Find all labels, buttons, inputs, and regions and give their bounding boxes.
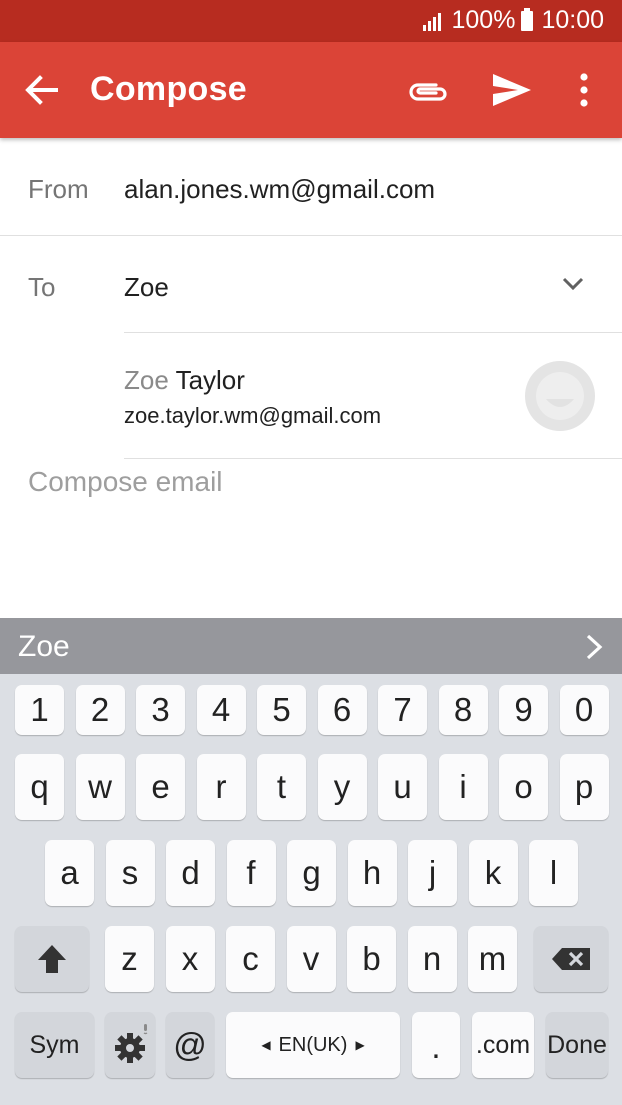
to-label: To — [28, 272, 56, 302]
smiley-avatar-icon — [536, 372, 584, 420]
letter-key[interactable]: t — [257, 754, 306, 820]
app-bar: Compose — [0, 42, 622, 138]
send-button[interactable] — [490, 70, 534, 110]
prediction-bar: Zoe — [0, 618, 622, 674]
letter-key[interactable]: b — [347, 926, 396, 992]
to-field[interactable]: Zoe — [124, 272, 169, 303]
space-key[interactable]: ◀ EN(UK) ▶ — [226, 1012, 400, 1078]
number-key[interactable]: 7 — [378, 685, 427, 735]
shift-arrow-icon — [38, 945, 66, 973]
dotcom-key[interactable]: .com — [472, 1012, 534, 1078]
number-key[interactable]: 5 — [257, 685, 306, 735]
chevron-right-icon — [586, 634, 603, 660]
letter-key[interactable]: m — [468, 926, 517, 992]
letter-key[interactable]: r — [196, 754, 246, 820]
chevron-down-icon — [562, 277, 584, 291]
language-left-arrow-icon: ◀ — [261, 1038, 271, 1052]
letter-key[interactable]: n — [407, 926, 457, 992]
more-options-button[interactable] — [570, 70, 598, 110]
to-row: To Zoe — [0, 236, 622, 333]
letter-key[interactable]: w — [75, 754, 125, 820]
letter-key[interactable]: e — [136, 754, 185, 820]
number-key[interactable]: 6 — [317, 685, 367, 735]
letter-key[interactable]: q — [15, 754, 64, 820]
expand-predictions-button[interactable] — [582, 632, 606, 662]
more-vert-icon — [580, 73, 588, 107]
letter-key[interactable]: j — [408, 840, 457, 906]
number-key[interactable]: 0 — [559, 685, 609, 735]
expand-recipients-button[interactable] — [558, 272, 588, 296]
at-key[interactable]: @ — [166, 1012, 214, 1078]
compose-body-field[interactable]: Compose email — [28, 466, 223, 498]
suggestion-email: zoe.taylor.wm@gmail.com — [124, 403, 382, 428]
settings-key[interactable] — [105, 1012, 155, 1078]
number-key[interactable]: 9 — [499, 685, 548, 735]
letter-key[interactable]: a — [45, 840, 94, 906]
status-right: 100% 10:00 — [423, 6, 604, 35]
done-key[interactable]: Done — [546, 1012, 608, 1078]
send-icon — [493, 74, 531, 106]
letter-key[interactable]: h — [347, 840, 397, 906]
letter-key[interactable]: g — [287, 840, 336, 906]
letter-key[interactable]: f — [226, 840, 276, 906]
suggestion-name-rest: Taylor — [168, 365, 245, 395]
letter-key[interactable]: s — [105, 840, 155, 906]
suggestion-name-match: Zoe — [124, 365, 169, 395]
from-row: From alan.jones.wm@gmail.com — [0, 138, 622, 236]
sym-key[interactable]: Sym — [15, 1012, 94, 1078]
from-label: From — [28, 174, 89, 204]
letter-key[interactable]: v — [286, 926, 336, 992]
number-key[interactable]: 1 — [15, 685, 64, 735]
suggestion-divider — [124, 458, 622, 459]
letter-key[interactable]: c — [226, 926, 275, 992]
language-right-arrow-icon: ▶ — [355, 1038, 365, 1052]
number-key[interactable]: 8 — [438, 685, 488, 735]
letter-key[interactable]: d — [166, 840, 215, 906]
number-key[interactable]: 3 — [136, 685, 185, 735]
back-button[interactable] — [20, 68, 64, 112]
number-key[interactable]: 2 — [75, 685, 125, 735]
avatar — [525, 361, 595, 431]
signal-icon — [423, 11, 443, 31]
prediction-word[interactable]: Zoe — [18, 630, 70, 664]
letter-key[interactable]: p — [559, 754, 609, 820]
paperclip-icon — [409, 83, 447, 101]
contact-suggestion[interactable]: Zoe Taylor zoe.taylor.wm@gmail.com — [0, 333, 622, 459]
letter-key[interactable]: y — [317, 754, 367, 820]
status-bar: 100% 10:00 — [0, 0, 622, 42]
language-label: EN(UK) — [278, 1033, 348, 1056]
letter-key[interactable]: o — [499, 754, 548, 820]
gear-icon — [115, 1024, 148, 1063]
letter-key[interactable]: i — [438, 754, 488, 820]
letter-key[interactable]: x — [165, 926, 215, 992]
letter-key[interactable]: z — [105, 926, 154, 992]
shift-key[interactable] — [15, 926, 89, 992]
back-arrow-icon — [25, 75, 58, 105]
keyboard: 1234567890 qwertyuiop asdfghjkl zxcvbnm … — [0, 674, 622, 1105]
clock: 10:00 — [541, 6, 604, 34]
letter-key[interactable]: k — [468, 840, 518, 906]
letter-key[interactable]: l — [529, 840, 578, 906]
backspace-key[interactable] — [534, 926, 608, 992]
letter-key[interactable]: u — [378, 754, 427, 820]
attach-button[interactable] — [406, 74, 450, 110]
from-field[interactable]: alan.jones.wm@gmail.com — [124, 174, 435, 205]
backspace-icon — [552, 948, 590, 970]
suggestion-name: Zoe Taylor — [124, 365, 245, 396]
page-title: Compose — [90, 70, 248, 108]
battery-icon — [521, 7, 534, 31]
battery-level: 100% — [451, 6, 516, 34]
period-key[interactable]: . — [412, 1012, 460, 1078]
number-key[interactable]: 4 — [196, 685, 246, 735]
